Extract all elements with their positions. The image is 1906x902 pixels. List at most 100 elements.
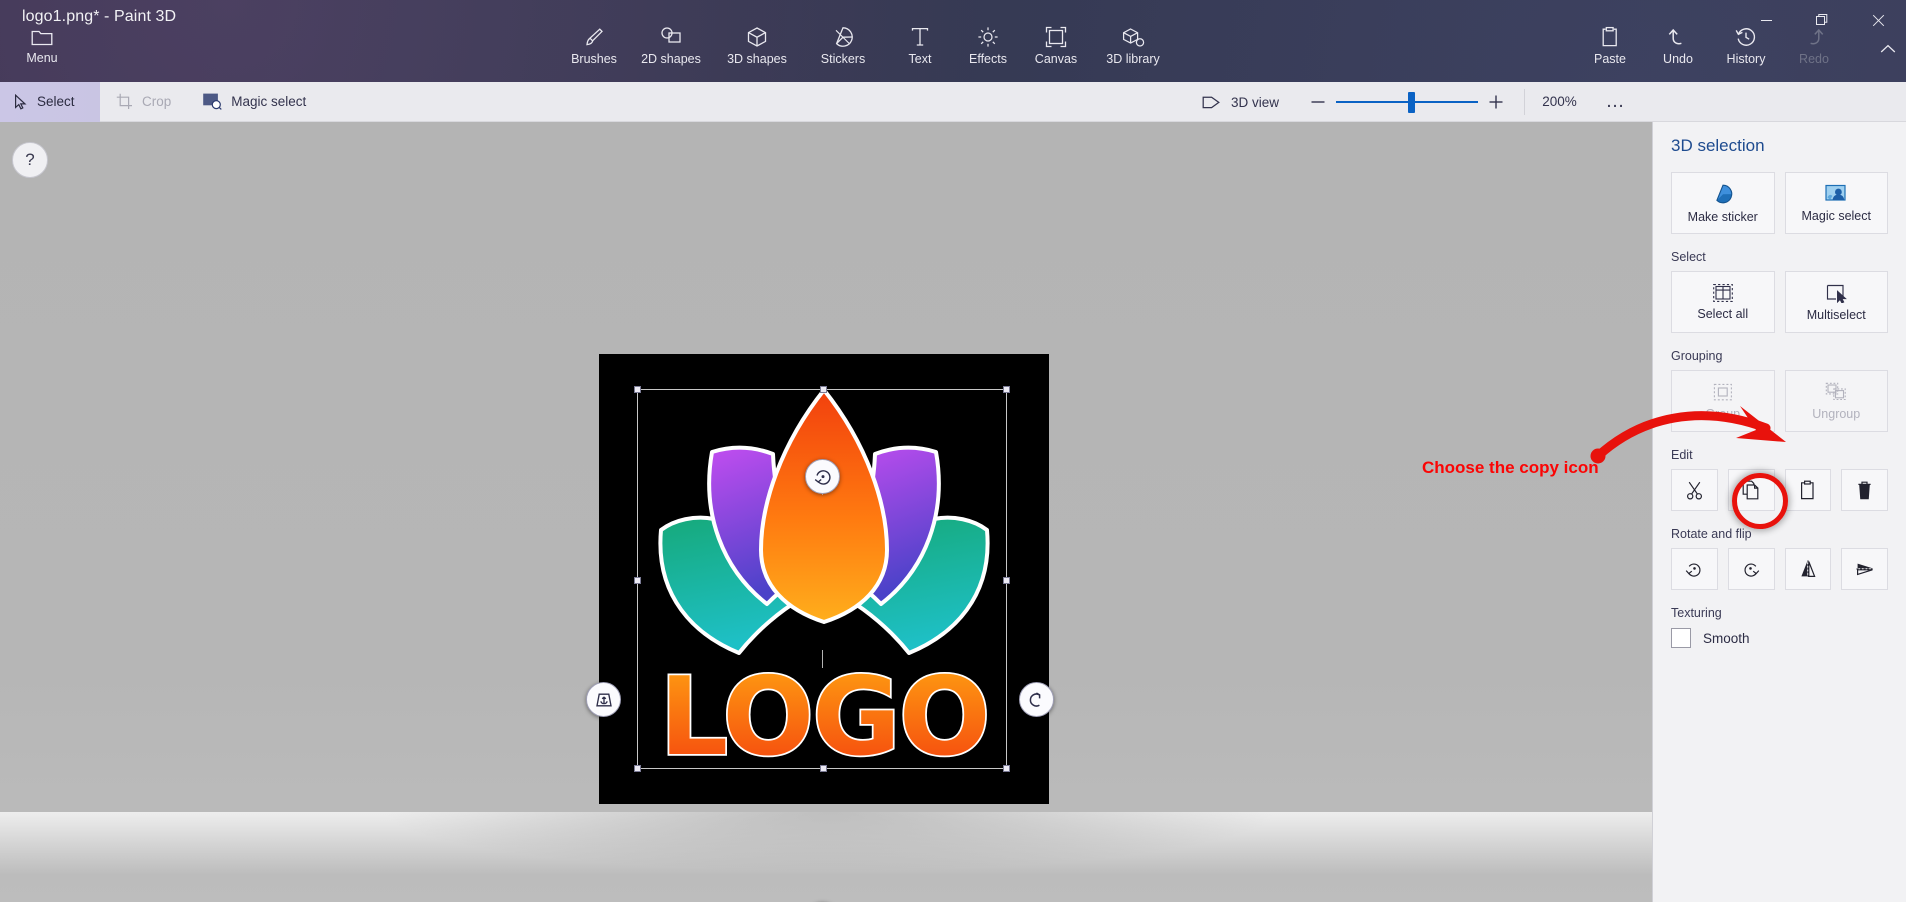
panel-title: 3D selection [1671,136,1888,156]
rotate-handle-right[interactable] [1019,682,1054,717]
resize-handle-top-right[interactable] [1003,386,1010,393]
section-label-select: Select [1671,250,1888,264]
magic-select-button[interactable]: Magic select [1785,172,1889,234]
rotate-ccw-icon [1684,559,1704,579]
tool-text[interactable]: Text [886,22,954,78]
grouping-section: Group Ungroup [1671,370,1888,432]
title-bar: logo1.png* - Paint 3D Menu [0,0,1906,82]
multiselect-label: Multiselect [1807,308,1866,322]
section-label-grouping: Grouping [1671,349,1888,363]
tool-label: History [1727,52,1766,66]
view-3d-label: 3D view [1231,95,1279,110]
zoom-in-button[interactable] [1478,82,1514,122]
select-tool-button[interactable]: Select [0,82,100,122]
annotation-text: Choose the copy icon [1422,458,1599,478]
tool-brushes[interactable]: Brushes [560,22,628,78]
tool-3d-shapes[interactable]: 3D shapes [714,22,800,78]
canvas-frame-icon [1045,26,1067,48]
flip-vertical-button[interactable] [1841,548,1888,590]
crop-tool-button[interactable]: Crop [100,82,187,122]
multiselect-button[interactable]: Multiselect [1785,271,1889,333]
rotate-flip-section [1671,548,1888,590]
undo-icon [1667,26,1689,48]
tool-label: 2D shapes [641,52,701,66]
crop-icon [116,93,133,110]
cursor-arrow-icon [14,94,28,110]
select-label: Select [37,94,75,109]
paste-icon [1600,26,1620,48]
tool-label: Brushes [571,52,617,66]
resize-handle-middle-right[interactable] [1003,577,1010,584]
resize-handle-middle-left[interactable] [634,577,641,584]
zoom-out-button[interactable] [1300,82,1336,122]
tool-label: Undo [1663,52,1693,66]
tool-2d-shapes[interactable]: 2D shapes [628,22,714,78]
delete-button[interactable] [1841,469,1888,511]
restore-button[interactable] [1794,0,1850,40]
paste-tool-button[interactable]: Paste [1576,22,1644,78]
sub-toolbar: Select Crop Magic select [0,82,1906,122]
rotate-left-button[interactable] [1671,548,1718,590]
tool-stickers[interactable]: Stickers [800,22,886,78]
make-sticker-button[interactable]: Make sticker [1671,172,1775,234]
resize-handle-bottom-center[interactable] [820,765,827,772]
2d-shapes-icon [659,26,683,48]
ungroup-icon [1825,382,1847,402]
select-all-button[interactable]: Select all [1671,271,1775,333]
help-button[interactable]: ? [12,142,48,178]
group-button[interactable]: Group [1671,370,1775,432]
make-sticker-icon [1712,183,1734,205]
primary-actions: Make sticker Magic select [1671,172,1888,234]
3d-cube-icon [746,26,768,48]
depth-handle-left[interactable] [586,682,621,717]
clipboard-paste-icon [1799,480,1816,500]
tool-3d-library[interactable]: 3D library [1090,22,1176,78]
text-icon [910,26,930,48]
rotate-right-button[interactable] [1728,548,1775,590]
selection-box[interactable] [637,389,1007,769]
smooth-label: Smooth [1703,631,1750,646]
paste-button[interactable] [1785,469,1832,511]
effects-sun-icon [977,26,999,48]
folder-icon [31,28,53,47]
minimize-button[interactable] [1738,0,1794,40]
main-toolbar: Brushes 2D shapes 3D shapes [560,22,1176,78]
more-options-button[interactable]: … [1594,82,1636,122]
smooth-checkbox[interactable] [1671,628,1691,648]
multiselect-icon [1825,283,1847,303]
tool-canvas[interactable]: Canvas [1022,22,1090,78]
view-3d-button[interactable]: 3D view [1190,82,1291,122]
close-button[interactable] [1850,0,1906,40]
flip-vertical-icon [1855,559,1875,579]
paint3d-window: logo1.png* - Paint 3D Menu [0,0,1906,902]
tool-effects[interactable]: Effects [954,22,1022,78]
tool-label: Stickers [821,52,865,66]
menu-label: Menu [26,51,57,65]
ungroup-label: Ungroup [1812,407,1860,421]
tool-label: Text [909,52,932,66]
section-label-edit: Edit [1671,448,1888,462]
rotate-handle-top[interactable] [805,459,840,494]
resize-handle-top-left[interactable] [634,386,641,393]
undo-button[interactable]: Undo [1644,22,1712,78]
resize-handle-top-center[interactable] [820,386,827,393]
collapse-ribbon-button[interactable] [1880,44,1896,54]
cut-button[interactable] [1671,469,1718,511]
section-label-texturing: Texturing [1671,606,1888,620]
menu-button[interactable]: Menu [8,26,76,78]
resize-handle-bottom-left[interactable] [634,765,641,772]
flip-horizontal-button[interactable] [1785,548,1832,590]
magic-select-tool-button[interactable]: Magic select [187,82,322,122]
canvas-area[interactable]: ? [0,122,1652,902]
make-sticker-label: Make sticker [1688,210,1758,224]
sticker-icon [832,26,854,48]
trash-icon [1856,480,1873,500]
tool-label: Redo [1799,52,1829,66]
smooth-checkbox-row[interactable]: Smooth [1671,628,1888,648]
view-3d-icon [1202,95,1221,110]
resize-handle-bottom-right[interactable] [1003,765,1010,772]
zoom-slider-thumb[interactable] [1408,92,1415,113]
section-label-rotate-flip: Rotate and flip [1671,527,1888,541]
ungroup-button[interactable]: Ungroup [1785,370,1889,432]
zoom-slider[interactable] [1336,82,1478,122]
